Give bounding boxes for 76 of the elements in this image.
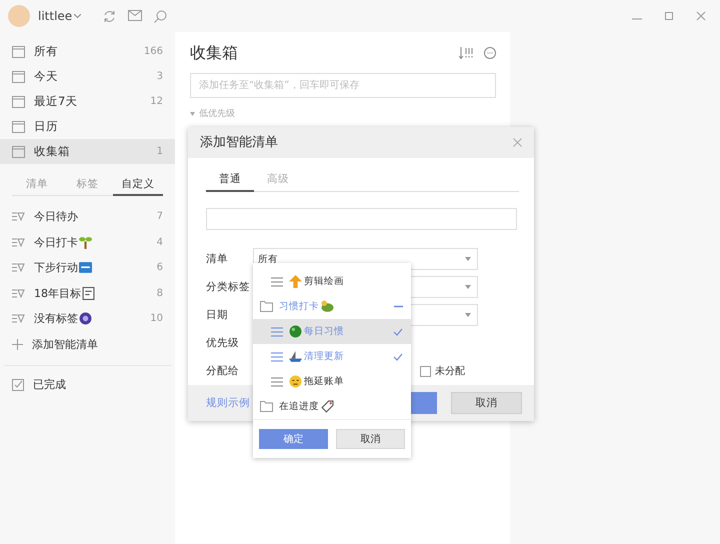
caret-icon (465, 313, 471, 318)
calendar-icon (12, 146, 25, 158)
smart-list-item[interactable]: 下步行动 6 (0, 255, 175, 280)
folder-option[interactable]: 在追进度 (253, 394, 411, 419)
smart-list-item[interactable]: 没有标签 10 (0, 306, 175, 332)
sprout-icon (79, 236, 92, 249)
check-icon (393, 352, 403, 360)
list-icon (271, 376, 283, 386)
checkbox[interactable] (420, 366, 431, 377)
sidebar-item[interactable]: 已完成 (0, 372, 175, 398)
list-option[interactable]: 剪辑绘画 (253, 269, 411, 294)
dialog-tab[interactable]: 普通 (206, 168, 254, 192)
list-icon (271, 276, 283, 286)
boat-icon (289, 350, 302, 363)
list-tab[interactable]: 自定义 (112, 172, 163, 196)
more-icon[interactable] (484, 47, 496, 59)
field-label: 清单 (206, 252, 229, 266)
field-label: 分配给 (206, 364, 240, 378)
collapse-icon[interactable] (394, 305, 403, 308)
arrow-up-icon (289, 275, 302, 288)
list-icon (271, 352, 283, 362)
search-icon[interactable] (154, 10, 168, 22)
turtle-icon (321, 300, 334, 313)
sidebar-item[interactable]: 今天 3 (0, 64, 175, 89)
mail-icon[interactable] (128, 10, 142, 20)
smart-list-item[interactable]: 今日打卡 4 (0, 230, 175, 255)
add-task-field[interactable]: 添加任务至“收集箱”，回车即可保存 (190, 73, 496, 98)
filter-list-icon (12, 238, 25, 247)
folder-icon (260, 301, 273, 312)
avatar[interactable] (8, 5, 30, 27)
filter-list-icon (12, 314, 25, 324)
cancel-button[interactable]: 取消 (336, 429, 405, 449)
field-label: 日期 (206, 308, 229, 322)
face-icon (289, 375, 302, 388)
sort-icon[interactable] (459, 47, 474, 59)
cancel-button[interactable]: 取消 (451, 392, 522, 414)
sidebar-item[interactable]: 日历 (0, 114, 175, 139)
calendar-icon (12, 46, 25, 58)
smart-list-item[interactable]: 今日待办 7 (0, 204, 175, 230)
name-field[interactable] (206, 208, 517, 230)
checkbox-icon (12, 378, 24, 391)
note-icon (82, 286, 95, 300)
filter-list-icon (12, 288, 25, 298)
sidebar-item[interactable]: 最近7天 12 (0, 89, 175, 114)
tag-icon (321, 400, 334, 413)
close-icon[interactable] (513, 138, 522, 147)
field-label: 分类标签 (206, 280, 251, 294)
smart-list-item[interactable]: 18年目标 8 (0, 280, 175, 306)
plus-icon (12, 338, 23, 350)
filter-list-icon (12, 212, 25, 222)
check-icon (393, 328, 403, 336)
dialog-title: 添加智能清单 (200, 134, 279, 152)
caret-icon (74, 14, 82, 18)
sync-icon[interactable] (103, 10, 116, 22)
sidebar-item[interactable]: 所有 166 (0, 39, 175, 64)
sidebar-item[interactable]: 收集箱 1 (0, 139, 175, 164)
list-title: 收集箱 (190, 42, 239, 64)
maximize-icon[interactable] (664, 11, 674, 21)
add-list-button[interactable]: 添加智能清单 (0, 332, 175, 357)
folder-icon (260, 401, 273, 412)
list-option[interactable]: 拖延账单 (253, 369, 411, 394)
caret-icon (190, 112, 195, 116)
calendar-icon (12, 120, 25, 132)
card-icon (79, 261, 92, 274)
checkbox-label: 未分配 (435, 364, 465, 378)
close-icon[interactable] (696, 11, 706, 21)
filter-list-icon (12, 263, 25, 272)
caret-icon (465, 257, 471, 262)
calendar-icon (12, 96, 25, 108)
calendar-icon (12, 70, 25, 82)
ball-icon (289, 325, 302, 338)
list-icon (271, 326, 283, 336)
flower-icon (79, 312, 92, 326)
caret-icon (465, 285, 471, 290)
username[interactable]: littlee (38, 9, 82, 23)
field-label: 优先级 (206, 336, 240, 350)
